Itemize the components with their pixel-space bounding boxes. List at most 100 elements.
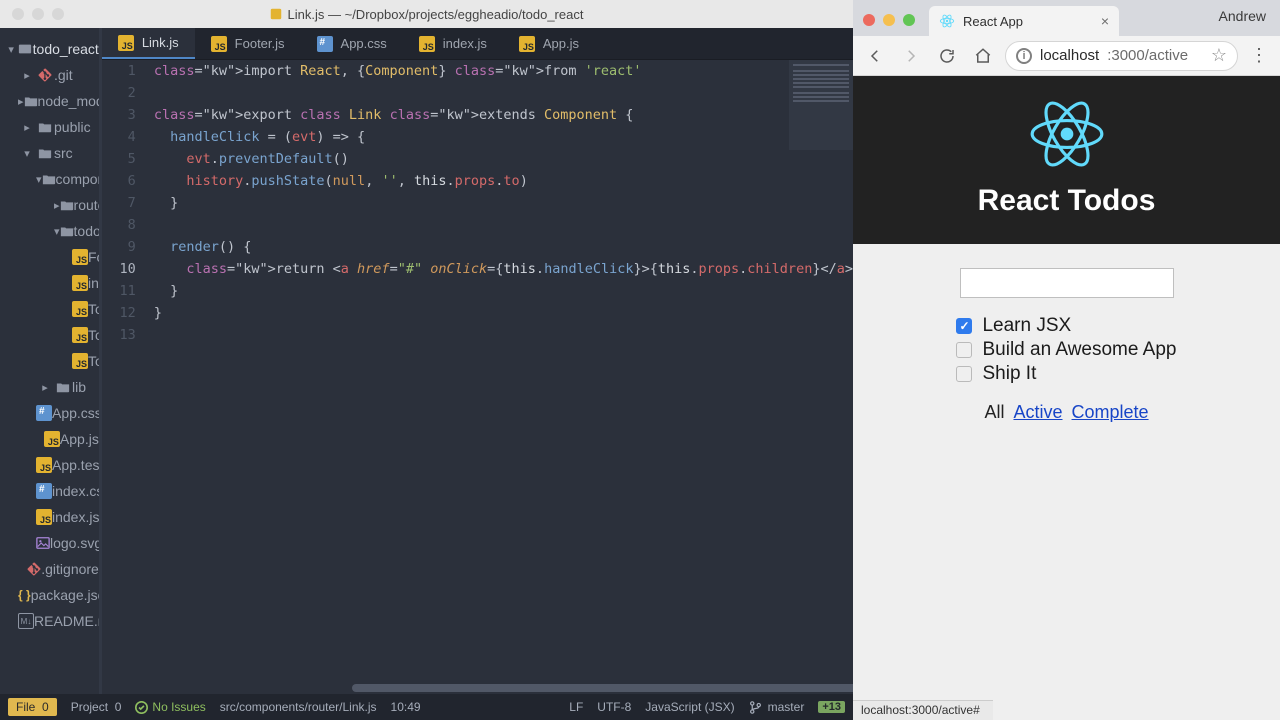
editor-window: Link.js — ~/Dropbox/projects/eggheadio/t… (0, 0, 853, 720)
tree-label: App.js (60, 431, 99, 447)
tree-item-node-modules[interactable]: ▸ node_modules (0, 88, 99, 114)
code-editor[interactable]: 12345678910111213 class="kw">import Reac… (102, 60, 853, 682)
close-window-icon[interactable] (12, 8, 24, 20)
tree-file-footer[interactable]: JSFooter.js (0, 244, 99, 270)
zoom-window-icon[interactable] (903, 14, 915, 26)
tree-item-git[interactable]: ▸ .git (0, 62, 99, 88)
minimize-window-icon[interactable] (32, 8, 44, 20)
tab-footerjs[interactable]: JSFooter.js (195, 28, 301, 59)
tree-file-logosvg[interactable]: logo.svg (0, 530, 99, 556)
tree-item-router[interactable]: ▸ router (0, 192, 99, 218)
tree-file-readme[interactable]: M↓README.md (0, 608, 99, 634)
tree-file-todolist[interactable]: JSTodoList.js (0, 348, 99, 374)
code-content[interactable]: class="kw">import React, {Component} cla… (146, 60, 853, 682)
tree-file-apptest[interactable]: JSApp.test.js (0, 452, 99, 478)
close-tab-icon[interactable]: × (1101, 13, 1109, 29)
browser-tab-title: React App (963, 14, 1023, 29)
status-file-scope[interactable]: File 0 (8, 698, 57, 716)
browser-profile[interactable]: Andrew (1219, 8, 1266, 24)
status-branch[interactable]: master (749, 700, 805, 714)
tree-item-lib[interactable]: ▸ lib (0, 374, 99, 400)
tree-item-todo[interactable]: ▾ todo (0, 218, 99, 244)
tree-file-indexjs[interactable]: JSindex.js (0, 504, 99, 530)
minimize-window-icon[interactable] (883, 14, 895, 26)
css-file-icon (36, 483, 52, 499)
close-window-icon[interactable] (863, 14, 875, 26)
todo-label: Learn JSX (982, 315, 1071, 337)
tree-label: .gitignore (41, 561, 99, 577)
zoom-window-icon[interactable] (52, 8, 64, 20)
status-language[interactable]: JavaScript (JSX) (645, 700, 734, 714)
tab-linkjs[interactable]: JSLink.js (102, 28, 195, 59)
back-button[interactable] (861, 42, 889, 70)
status-project-scope[interactable]: Project 0 (71, 700, 122, 714)
reload-button[interactable] (933, 42, 961, 70)
tree-file-gitignore[interactable]: .gitignore (0, 556, 99, 582)
status-diff-additions: +13 (818, 701, 845, 713)
tree-label: lib (72, 379, 99, 395)
chevron-right-icon[interactable]: ▸ (18, 121, 36, 134)
tab-appcss[interactable]: App.css (301, 28, 403, 59)
folder-icon (54, 380, 72, 394)
browser-menu-icon[interactable]: ⋮ (1246, 45, 1272, 66)
tree-label: components (56, 171, 99, 187)
editor-titlebar[interactable]: Link.js — ~/Dropbox/projects/eggheadio/t… (0, 0, 853, 28)
tree-item-components[interactable]: ▾ components (0, 166, 99, 192)
url-host: localhost (1040, 47, 1099, 64)
new-todo-input[interactable] (960, 268, 1174, 298)
todo-item: Build an Awesome App (956, 338, 1176, 362)
site-info-icon[interactable]: i (1016, 48, 1032, 64)
browser-tab[interactable]: React App × (929, 6, 1119, 36)
app-header: React Todos (853, 76, 1280, 244)
minimap[interactable] (789, 60, 853, 150)
address-bar[interactable]: i localhost :3000/active ☆ (1005, 41, 1238, 71)
status-encoding[interactable]: UTF-8 (597, 700, 631, 714)
status-cursor: 10:49 (391, 700, 421, 714)
tree-item-src[interactable]: ▾ src (0, 140, 99, 166)
status-eol[interactable]: LF (569, 700, 583, 714)
chevron-right-icon[interactable]: ▸ (36, 381, 54, 394)
filter-complete[interactable]: Complete (1072, 402, 1149, 422)
tab-appjs[interactable]: JSApp.js (503, 28, 595, 59)
chevron-right-icon[interactable]: ▸ (18, 69, 36, 82)
js-file-icon: JS (72, 249, 88, 265)
react-logo-icon (1029, 96, 1105, 172)
tree-file-todoitem[interactable]: JSTodoItem.js (0, 322, 99, 348)
filter-all[interactable]: All (984, 402, 1004, 422)
tree-label: App.test.js (52, 457, 99, 473)
tree-label: index.js (88, 275, 99, 291)
scrollbar-thumb[interactable] (352, 684, 892, 692)
folder-icon (36, 120, 54, 134)
todo-item: Ship It (956, 362, 1176, 386)
filter-active[interactable]: Active (1013, 402, 1062, 422)
tree-file-appjs[interactable]: JSApp.js (0, 426, 99, 452)
folder-icon (60, 198, 74, 212)
tab-indexjs[interactable]: JSindex.js (403, 28, 503, 59)
tree-file-todoform[interactable]: JSTodoForm.js (0, 296, 99, 322)
tree-file-packagejson[interactable]: { }package.json (0, 582, 99, 608)
todo-checkbox[interactable] (956, 366, 972, 382)
browser-window: React App × Andrew i localhost :3000/acti… (853, 0, 1280, 720)
url-path: :3000/active (1107, 47, 1188, 64)
file-tree[interactable]: ▾ todo_react ▸ .git ▸ node_modules ▸ pub… (0, 28, 99, 694)
todo-app: Learn JSXBuild an Awesome AppShip It All… (853, 244, 1280, 423)
chevron-down-icon[interactable]: ▾ (4, 43, 18, 56)
tree-label: todo (74, 223, 99, 239)
tree-file-indexcss[interactable]: index.css (0, 478, 99, 504)
browser-tabstrip: React App × Andrew (853, 0, 1280, 36)
todo-checkbox[interactable] (956, 318, 972, 334)
bookmark-star-icon[interactable]: ☆ (1211, 45, 1227, 66)
chevron-down-icon[interactable]: ▾ (18, 147, 36, 160)
js-file-icon: JS (72, 353, 88, 369)
horizontal-scrollbar[interactable] (102, 682, 853, 694)
json-file-icon: { } (18, 588, 31, 602)
tree-item-public[interactable]: ▸ public (0, 114, 99, 140)
status-issues[interactable]: No Issues (135, 700, 205, 714)
tree-root[interactable]: ▾ todo_react (0, 36, 99, 62)
home-button[interactable] (969, 42, 997, 70)
todo-checkbox[interactable] (956, 342, 972, 358)
tree-file-index-todo[interactable]: JSindex.js (0, 270, 99, 296)
file-icon (270, 8, 282, 20)
editor-tabs: JSLink.js JSFooter.js App.css JSindex.js… (102, 28, 853, 60)
tree-file-appcss[interactable]: App.css (0, 400, 99, 426)
